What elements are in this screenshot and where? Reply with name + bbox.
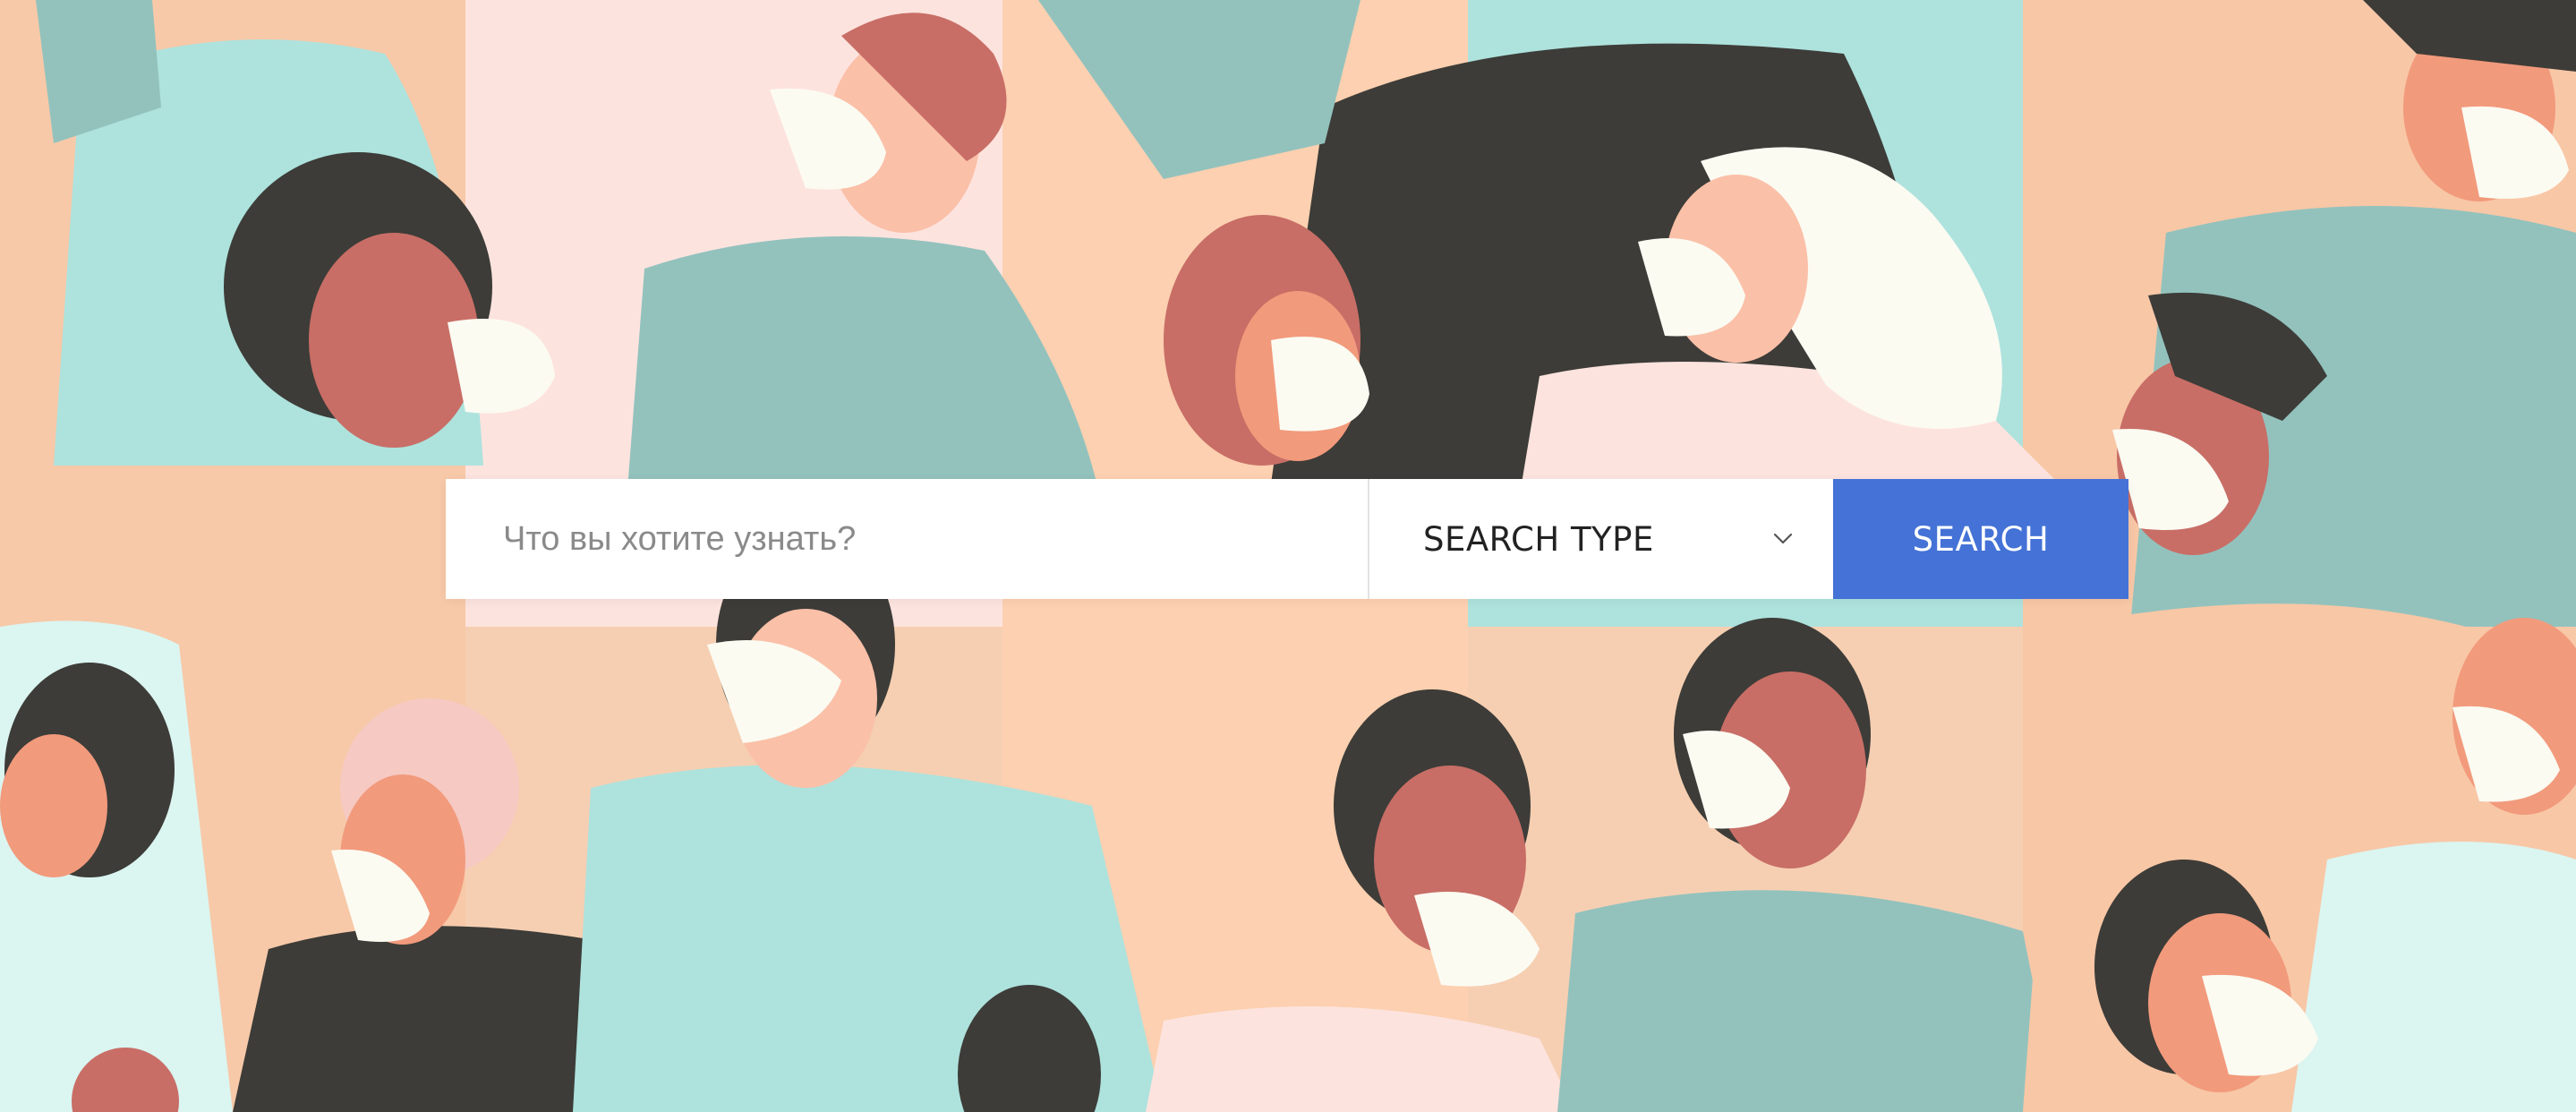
search-input-container [446, 479, 1369, 599]
hero-banner: SEARCH TYPE SEARCH [0, 0, 2576, 1112]
search-bar: SEARCH TYPE SEARCH [446, 479, 2128, 599]
search-type-dropdown[interactable]: SEARCH TYPE [1369, 479, 1833, 599]
search-button[interactable]: SEARCH [1833, 479, 2128, 599]
chevron-down-icon [1772, 528, 1794, 550]
search-input[interactable] [446, 479, 1368, 599]
search-type-label: SEARCH TYPE [1423, 519, 1654, 559]
